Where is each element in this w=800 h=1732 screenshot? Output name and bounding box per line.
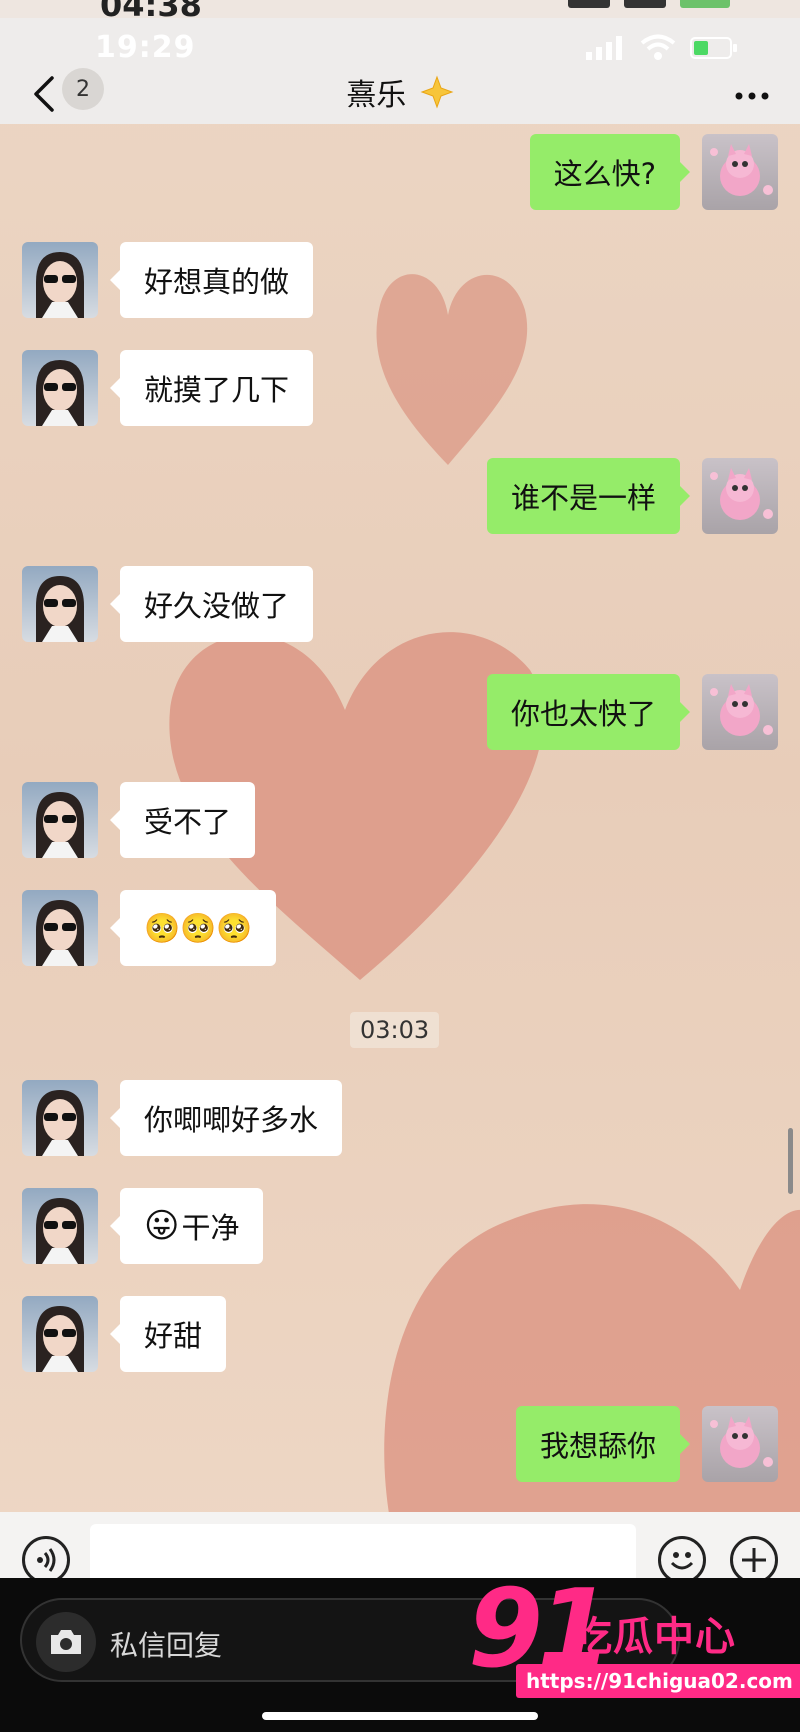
status-time: 19:29 (95, 30, 196, 65)
message-bubble-incoming[interactable]: 你唧唧好多水 (109, 1080, 343, 1156)
contact-avatar[interactable] (22, 1188, 98, 1264)
contact-avatar[interactable] (22, 1296, 98, 1372)
signal-icon (568, 0, 610, 8)
message-bubble-outgoing[interactable]: 这么快? (529, 134, 691, 210)
outer-status-icons (568, 0, 730, 8)
private-reply-label: 私信回复 (110, 1629, 223, 1662)
home-indicator (262, 1712, 538, 1720)
scrollbar[interactable] (788, 1128, 793, 1194)
status-bar: 19:29 (0, 18, 800, 66)
signal-icon (586, 36, 622, 60)
outer-status-bar: 04:38 (0, 0, 800, 24)
contact-avatar[interactable] (22, 782, 98, 858)
contact-avatar[interactable] (22, 566, 98, 642)
contact-avatar[interactable] (22, 1080, 98, 1156)
more-actions-button[interactable] (730, 1536, 778, 1584)
my-avatar[interactable] (702, 134, 778, 210)
contact-avatar[interactable] (22, 350, 98, 426)
battery-icon (680, 0, 730, 8)
message-bubble-incoming[interactable]: 好想真的做 (109, 242, 314, 318)
ellipsis-icon (735, 92, 769, 100)
message-bubble-incoming[interactable]: 就摸了几下 (109, 350, 314, 426)
voice-icon (37, 1548, 56, 1572)
contact-avatar[interactable] (22, 242, 98, 318)
status-icons (586, 34, 738, 60)
sparkle-star-icon (420, 75, 454, 109)
chat-title[interactable]: 熹乐 (0, 70, 800, 114)
chat-header: 2 熹乐 (0, 66, 800, 124)
watermark-name: 吃瓜中心 (572, 1614, 736, 1660)
message-bubble-incoming[interactable]: 好久没做了 (109, 566, 314, 642)
wifi-icon (624, 0, 666, 8)
message-bubble-incoming[interactable]: 😛 干净 (109, 1188, 264, 1264)
tongue-emoji: 😛 (144, 1206, 180, 1246)
message-text: 干净 (181, 1211, 240, 1245)
emoji-button[interactable] (658, 1536, 706, 1584)
message-bubble-outgoing[interactable]: 我想舔你 (515, 1406, 691, 1482)
message-bubble-outgoing[interactable]: 谁不是一样 (486, 458, 691, 534)
plus-icon (742, 1548, 766, 1572)
site-watermark: 91 吃瓜中心 https://91chigua02.com (468, 1576, 800, 1700)
my-avatar[interactable] (702, 458, 778, 534)
camera-icon (51, 1630, 81, 1654)
my-avatar[interactable] (702, 1406, 778, 1482)
message-input-bar (0, 1512, 800, 1584)
my-avatar[interactable] (702, 674, 778, 750)
more-options-button[interactable] (734, 74, 770, 109)
smiley-icon (670, 1552, 694, 1570)
message-bubble-incoming[interactable]: 🥺🥺🥺 (109, 890, 277, 966)
contact-avatar[interactable] (22, 890, 98, 966)
battery-icon (690, 37, 737, 59)
message-bubble-incoming[interactable]: 好甜 (109, 1296, 227, 1372)
chat-title-text: 熹乐 (346, 78, 407, 113)
voice-input-button[interactable] (22, 1536, 70, 1584)
chat-timestamp: 03:03 (350, 1012, 440, 1048)
watermark-url: https://91chigua02.com (516, 1664, 800, 1698)
message-bubble-incoming[interactable]: 受不了 (109, 782, 256, 858)
wifi-icon (640, 34, 676, 60)
heart-decoration (376, 274, 528, 465)
camera-button[interactable] (36, 1612, 96, 1672)
message-bubble-outgoing[interactable]: 你也太快了 (486, 674, 691, 750)
